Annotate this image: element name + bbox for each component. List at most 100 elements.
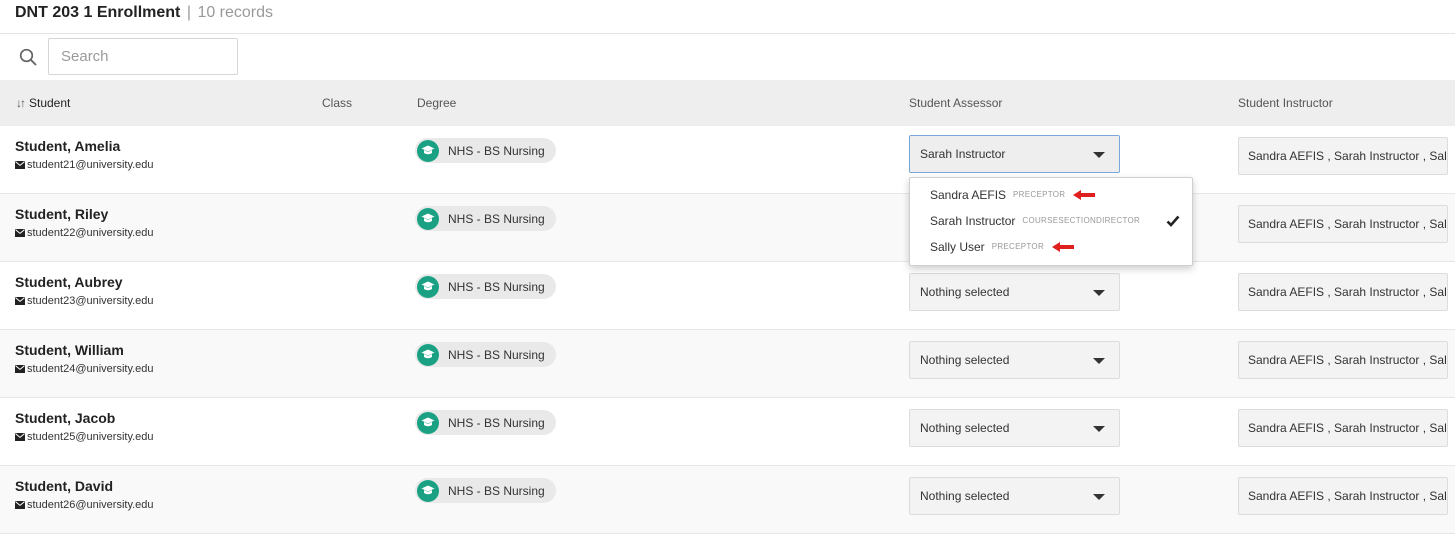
caret-down-icon [1093, 426, 1105, 432]
page-header: DNT 203 1 Enrollment | 10 records [15, 3, 273, 23]
instructor-select[interactable]: Sandra AEFIS , Sarah Instructor , Sally … [1238, 273, 1448, 311]
assessor-value: Nothing selected [920, 421, 1010, 435]
caret-down-icon [1093, 358, 1105, 364]
student-email: student24@university.edu [15, 362, 154, 376]
envelope-icon [15, 365, 25, 373]
table-header: ↓↑ Student Class Degree Student Assessor … [0, 80, 1455, 126]
search-input[interactable] [48, 38, 238, 75]
email-text: student21@university.edu [27, 159, 154, 171]
envelope-icon [15, 433, 25, 441]
option-role: COURSESECTIONDIRECTOR [1022, 216, 1141, 225]
assessor-select[interactable]: Nothing selected [909, 477, 1120, 515]
student-name[interactable]: Student, Riley [15, 206, 108, 222]
student-name[interactable]: Student, Aubrey [15, 274, 123, 290]
envelope-icon [15, 297, 25, 305]
envelope-icon [15, 229, 25, 237]
instructor-value: Sandra AEFIS , Sarah Instructor , Sally … [1248, 489, 1447, 503]
option-name: Sandra AEFIS [930, 188, 1007, 202]
student-email: student21@university.edu [15, 158, 154, 172]
assessor-select[interactable]: Sarah Instructor [909, 135, 1120, 173]
degree-label: NHS - BS Nursing [448, 347, 545, 362]
table-row: Student, Aubrey student23@university.edu N… [0, 262, 1455, 330]
degree-label: NHS - BS Nursing [448, 143, 545, 158]
table-row: Student, Amelia student21@university.edu N… [0, 126, 1455, 194]
degree-badge: NHS - BS Nursing [415, 478, 556, 503]
option-role: PRECEPTOR [991, 242, 1045, 251]
email-text: student26@university.edu [27, 499, 154, 511]
student-name[interactable]: Student, Amelia [15, 138, 120, 154]
degree-label: NHS - BS Nursing [448, 415, 545, 430]
option-name: Sally User [930, 240, 985, 254]
assessor-value: Nothing selected [920, 489, 1010, 503]
search-bar [15, 38, 238, 75]
caret-down-icon [1093, 290, 1105, 296]
option-name: Sarah Instructor [930, 214, 1016, 228]
instructor-select[interactable]: Sandra AEFIS , Sarah Instructor , Sally … [1238, 477, 1448, 515]
instructor-select[interactable]: Sandra AEFIS , Sarah Instructor , Sally … [1238, 341, 1448, 379]
degree-badge: NHS - BS Nursing [415, 274, 556, 299]
graduation-cap-icon [417, 343, 439, 366]
column-header-assessor[interactable]: Student Assessor [909, 80, 1002, 126]
student-name[interactable]: Student, David [15, 478, 113, 494]
assessor-value: Nothing selected [920, 353, 1010, 367]
instructor-value: Sandra AEFIS , Sarah Instructor , Sally … [1248, 421, 1447, 435]
degree-badge: NHS - BS Nursing [415, 342, 556, 367]
assessor-select[interactable]: Nothing selected [909, 341, 1120, 379]
graduation-cap-icon [417, 275, 439, 298]
table-row: Student, William student24@university.edu… [0, 330, 1455, 398]
instructor-select[interactable]: Sandra AEFIS , Sarah Instructor , Sally … [1238, 205, 1448, 243]
red-arrow-icon [1052, 242, 1075, 252]
email-text: student24@university.edu [27, 363, 154, 375]
student-email: student26@university.edu [15, 498, 154, 512]
column-header-class[interactable]: Class [322, 80, 352, 126]
student-email: student22@university.edu [15, 226, 154, 240]
table-row: Student, Riley student22@university.edu NH… [0, 194, 1455, 262]
instructor-value: Sandra AEFIS , Sarah Instructor , Sally … [1248, 149, 1447, 163]
degree-badge: NHS - BS Nursing [415, 138, 556, 163]
assessor-select[interactable]: Nothing selected [909, 273, 1120, 311]
graduation-cap-icon [417, 479, 439, 502]
assessor-value: Nothing selected [920, 285, 1010, 299]
graduation-cap-icon [417, 411, 439, 434]
email-text: student23@university.edu [27, 295, 154, 307]
degree-label: NHS - BS Nursing [448, 279, 545, 294]
column-header-degree[interactable]: Degree [417, 80, 456, 126]
column-label-student: Student [29, 96, 71, 110]
check-icon [1166, 215, 1180, 227]
instructor-select[interactable]: Sandra AEFIS , Sarah Instructor , Sally … [1238, 409, 1448, 447]
column-header-student[interactable]: ↓↑ Student [16, 80, 70, 126]
email-text: student25@university.edu [27, 431, 154, 443]
dropdown-option[interactable]: Sally User PRECEPTOR [930, 237, 1075, 257]
instructor-select[interactable]: Sandra AEFIS , Sarah Instructor , Sally … [1238, 137, 1448, 175]
student-email: student23@university.edu [15, 294, 154, 308]
envelope-icon [15, 501, 25, 509]
degree-label: NHS - BS Nursing [448, 483, 545, 498]
record-count: 10 records [197, 4, 274, 21]
envelope-icon [15, 161, 25, 169]
title-separator: | [186, 4, 191, 21]
student-email: student25@university.edu [15, 430, 154, 444]
student-name[interactable]: Student, Jacob [15, 410, 115, 426]
sort-icon[interactable]: ↓↑ [16, 96, 26, 110]
degree-label: NHS - BS Nursing [448, 211, 545, 226]
header-divider [0, 33, 1455, 34]
instructor-value: Sandra AEFIS , Sarah Instructor , Sally … [1248, 217, 1447, 231]
option-role: PRECEPTOR [1013, 190, 1066, 199]
dropdown-option-selected[interactable]: Sarah Instructor COURSESECTIONDIRECTOR [930, 211, 1140, 231]
caret-down-icon [1093, 152, 1105, 158]
student-name[interactable]: Student, William [15, 342, 124, 358]
instructor-value: Sandra AEFIS , Sarah Instructor , Sally … [1248, 285, 1447, 299]
red-arrow-icon [1073, 190, 1096, 200]
assessor-value: Sarah Instructor [920, 147, 1006, 161]
assessor-select[interactable]: Nothing selected [909, 409, 1120, 447]
table-row: Student, Jacob student25@university.edu NH… [0, 398, 1455, 466]
search-icon[interactable] [15, 44, 41, 70]
table-row: Student, David student26@university.edu NH… [0, 466, 1455, 534]
page-title: DNT 203 1 Enrollment [15, 4, 181, 21]
caret-down-icon [1093, 494, 1105, 500]
dropdown-option[interactable]: Sandra AEFIS PRECEPTOR [930, 185, 1096, 205]
graduation-cap-icon [417, 139, 439, 162]
assessor-dropdown-menu: Sandra AEFIS PRECEPTOR Sarah Instructor … [909, 177, 1193, 266]
graduation-cap-icon [417, 207, 439, 230]
column-header-instructor[interactable]: Student Instructor [1238, 80, 1333, 126]
